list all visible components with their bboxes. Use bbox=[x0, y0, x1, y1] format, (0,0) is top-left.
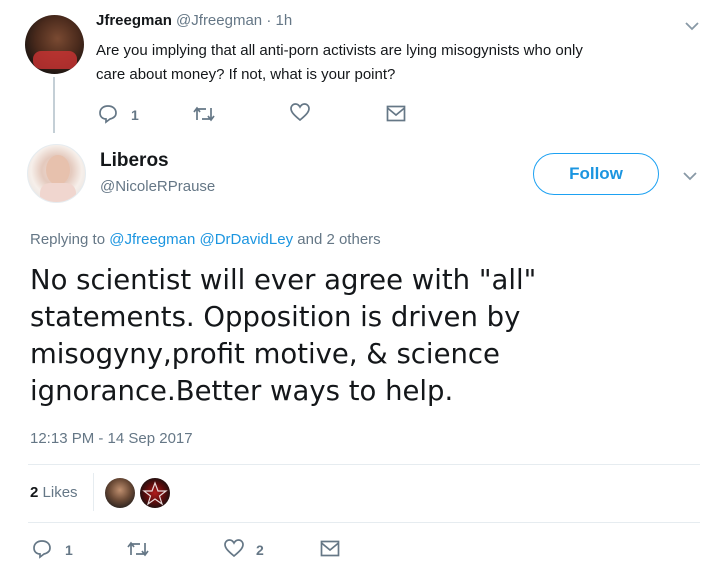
retweet-icon[interactable] bbox=[192, 106, 216, 122]
divider bbox=[28, 464, 700, 465]
reply-author-handle[interactable]: @Jfreegman bbox=[176, 12, 262, 29]
liberos-avatar[interactable] bbox=[27, 144, 86, 203]
reply-count: 1 bbox=[131, 107, 139, 123]
like-count: 2 bbox=[256, 542, 264, 558]
reply-text: Are you implying that all anti-porn acti… bbox=[96, 39, 583, 87]
tweet-text-line: No scientist will ever agree with "all" bbox=[30, 264, 537, 296]
reply-icon[interactable] bbox=[32, 539, 52, 559]
tweet-text: No scientist will ever agree with "all" … bbox=[30, 262, 536, 410]
replying-user-drdavidley[interactable]: @DrDavidLey bbox=[200, 231, 294, 248]
tweet-author-handle[interactable]: @NicoleRPrause bbox=[100, 178, 215, 195]
likes-label: Likes bbox=[42, 484, 78, 501]
chevron-down-icon[interactable] bbox=[682, 170, 698, 182]
like-icon[interactable] bbox=[224, 539, 244, 557]
liker-avatar[interactable] bbox=[140, 478, 170, 508]
like-icon[interactable] bbox=[290, 103, 310, 121]
likes-count: 2 bbox=[30, 484, 39, 501]
reply-header: Jfreegman @Jfreegman · 1h bbox=[96, 12, 292, 29]
divider bbox=[28, 522, 700, 523]
tweet-text-line: statements. Opposition is driven by bbox=[30, 301, 521, 333]
retweet-icon[interactable] bbox=[126, 541, 150, 557]
reply-text-line: Are you implying that all anti-porn acti… bbox=[96, 42, 583, 59]
follow-button[interactable]: Follow bbox=[533, 153, 659, 195]
jfreegman-avatar[interactable] bbox=[25, 15, 84, 74]
tweet-author-name[interactable]: Liberos bbox=[100, 150, 169, 172]
tweet-text-line: misogyny,profit motive, & science bbox=[30, 338, 500, 370]
message-icon[interactable] bbox=[320, 540, 340, 558]
replying-prefix: Replying to bbox=[30, 231, 106, 248]
reply-icon[interactable] bbox=[98, 104, 118, 124]
replying-to: Replying to @Jfreegman @DrDavidLey and 2… bbox=[30, 231, 381, 248]
liker-avatar[interactable] bbox=[105, 478, 135, 508]
reply-text-line: care about money? If not, what is your p… bbox=[96, 66, 396, 83]
tweet-text-line: ignorance.Better ways to help. bbox=[30, 375, 454, 407]
thread-line bbox=[53, 77, 55, 133]
replying-user-jfreegman[interactable]: @Jfreegman bbox=[109, 231, 195, 248]
tweet-timestamp[interactable]: 12:13 PM - 14 Sep 2017 bbox=[30, 430, 193, 447]
likes-separator bbox=[93, 473, 94, 511]
message-icon[interactable] bbox=[386, 105, 406, 123]
reply-author-name[interactable]: Jfreegman bbox=[96, 12, 172, 29]
likes-summary[interactable]: 2 Likes bbox=[30, 484, 78, 501]
reply-separator: · bbox=[266, 12, 272, 29]
reply-count: 1 bbox=[65, 542, 73, 558]
reply-time[interactable]: 1h bbox=[276, 12, 293, 29]
replying-suffix[interactable]: and 2 others bbox=[297, 231, 380, 248]
chevron-down-icon[interactable] bbox=[684, 20, 700, 32]
